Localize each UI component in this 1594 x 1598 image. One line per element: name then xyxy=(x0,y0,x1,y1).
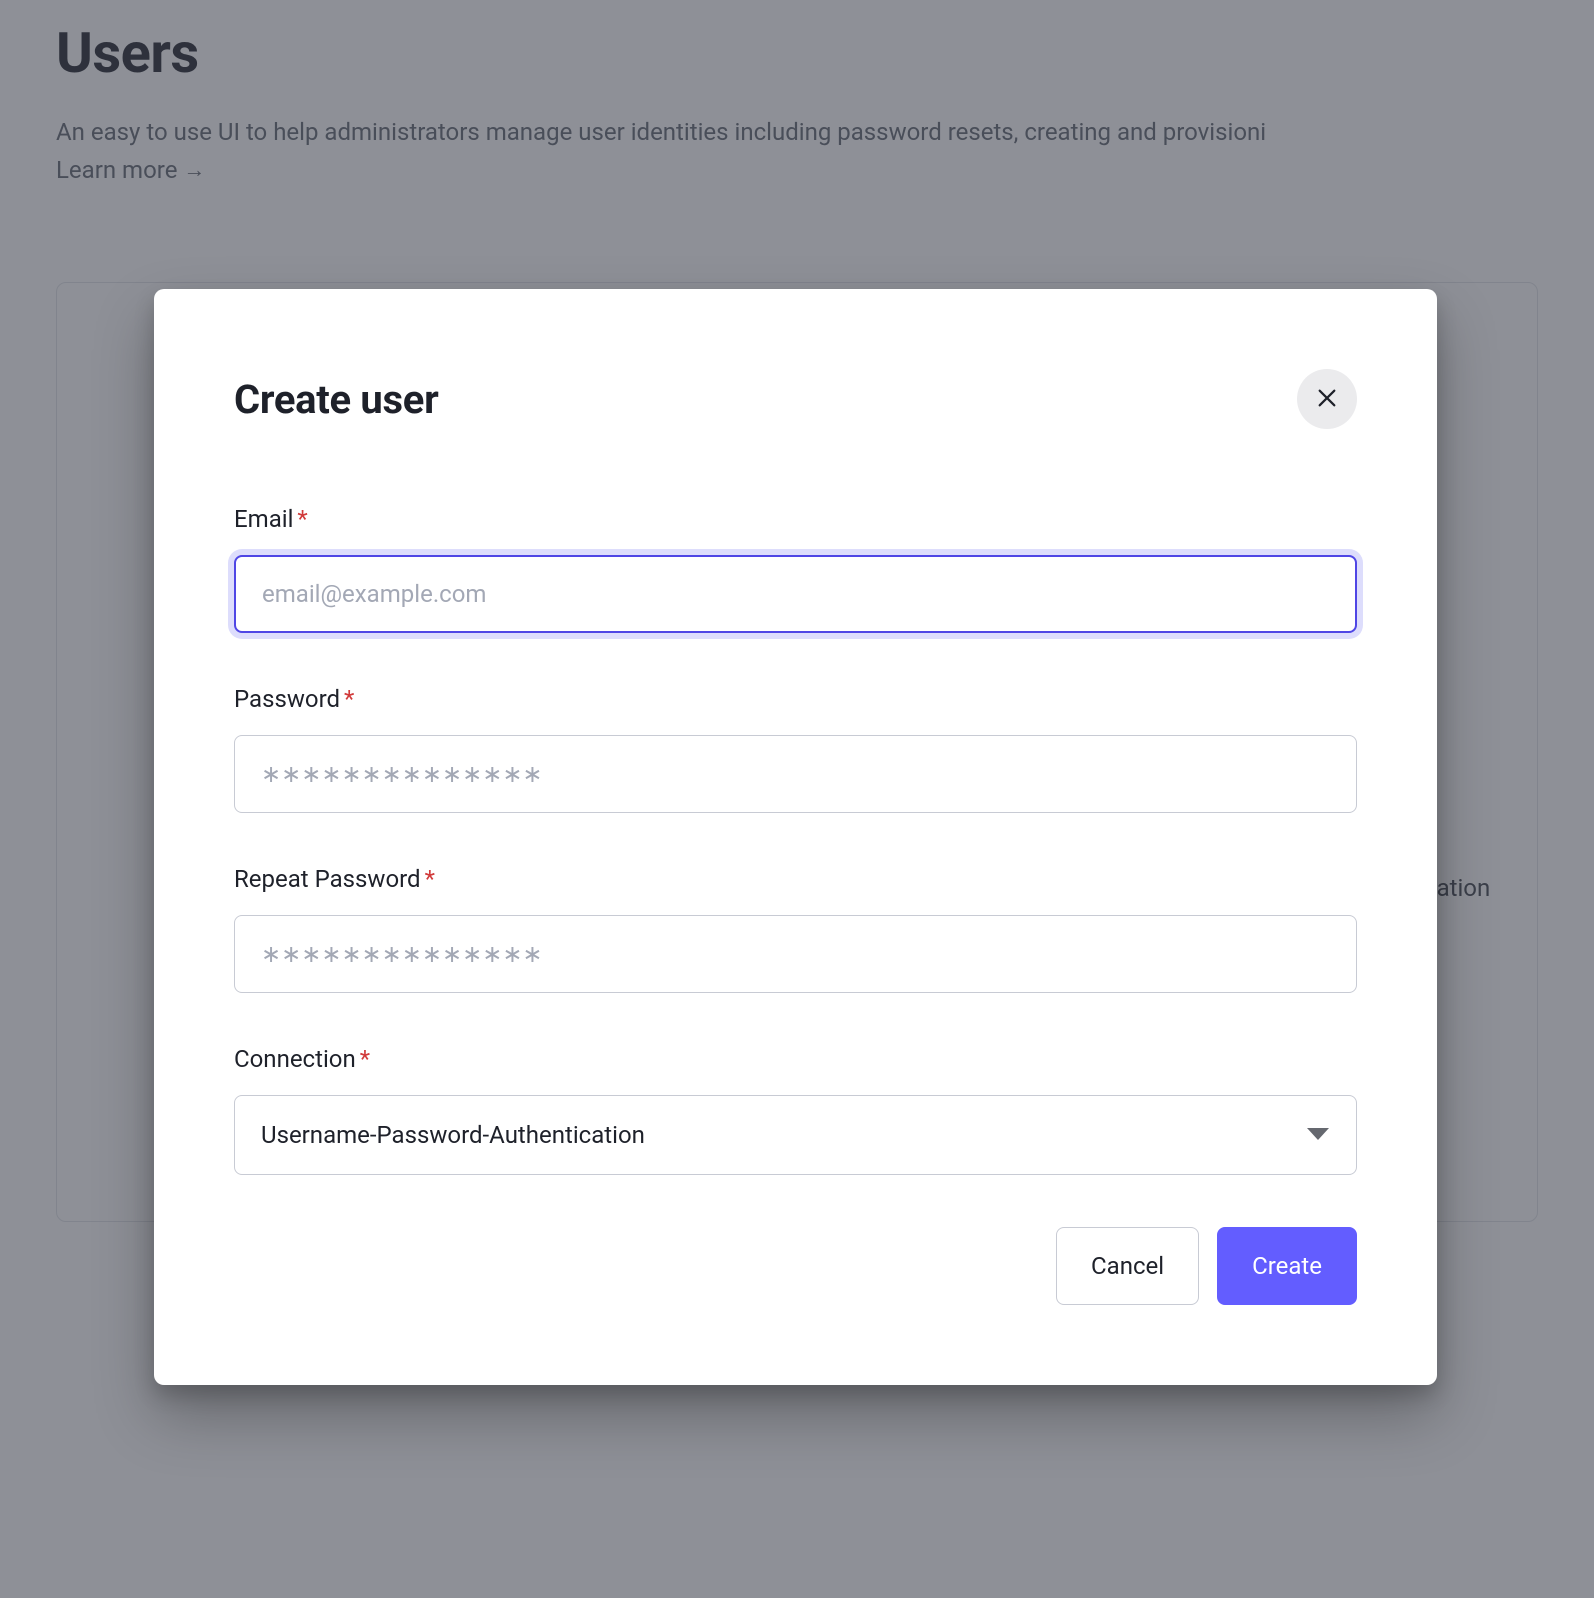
repeat-password-label-text: Repeat Password xyxy=(234,865,421,893)
email-label: Email* xyxy=(234,505,1357,533)
create-user-modal: Create user Email* Password* Repeat Pass… xyxy=(154,289,1437,1385)
password-label-text: Password xyxy=(234,685,340,713)
connection-label: Connection* xyxy=(234,1045,1357,1073)
password-field-group: Password* xyxy=(234,685,1357,813)
connection-field-group: Connection* Username-Password-Authentica… xyxy=(234,1045,1357,1175)
connection-label-text: Connection xyxy=(234,1045,356,1073)
password-input[interactable] xyxy=(234,735,1357,813)
required-marker: * xyxy=(344,685,354,713)
modal-title: Create user xyxy=(234,376,438,423)
cancel-button[interactable]: Cancel xyxy=(1056,1227,1199,1305)
connection-select-wrap: Username-Password-Authentication xyxy=(234,1095,1357,1175)
email-field-group: Email* xyxy=(234,505,1357,633)
repeat-password-input[interactable] xyxy=(234,915,1357,993)
repeat-password-field-group: Repeat Password* xyxy=(234,865,1357,993)
password-label: Password* xyxy=(234,685,1357,713)
email-input[interactable] xyxy=(234,555,1357,633)
connection-selected-value: Username-Password-Authentication xyxy=(261,1121,645,1149)
email-label-text: Email xyxy=(234,505,293,533)
close-icon xyxy=(1316,387,1338,412)
required-marker: * xyxy=(297,505,307,533)
repeat-password-label: Repeat Password* xyxy=(234,865,1357,893)
connection-select[interactable]: Username-Password-Authentication xyxy=(234,1095,1357,1175)
close-button[interactable] xyxy=(1297,369,1357,429)
required-marker: * xyxy=(360,1045,370,1073)
create-button[interactable]: Create xyxy=(1217,1227,1357,1305)
required-marker: * xyxy=(425,865,435,893)
modal-header: Create user xyxy=(234,369,1357,429)
modal-footer: Cancel Create xyxy=(234,1227,1357,1305)
